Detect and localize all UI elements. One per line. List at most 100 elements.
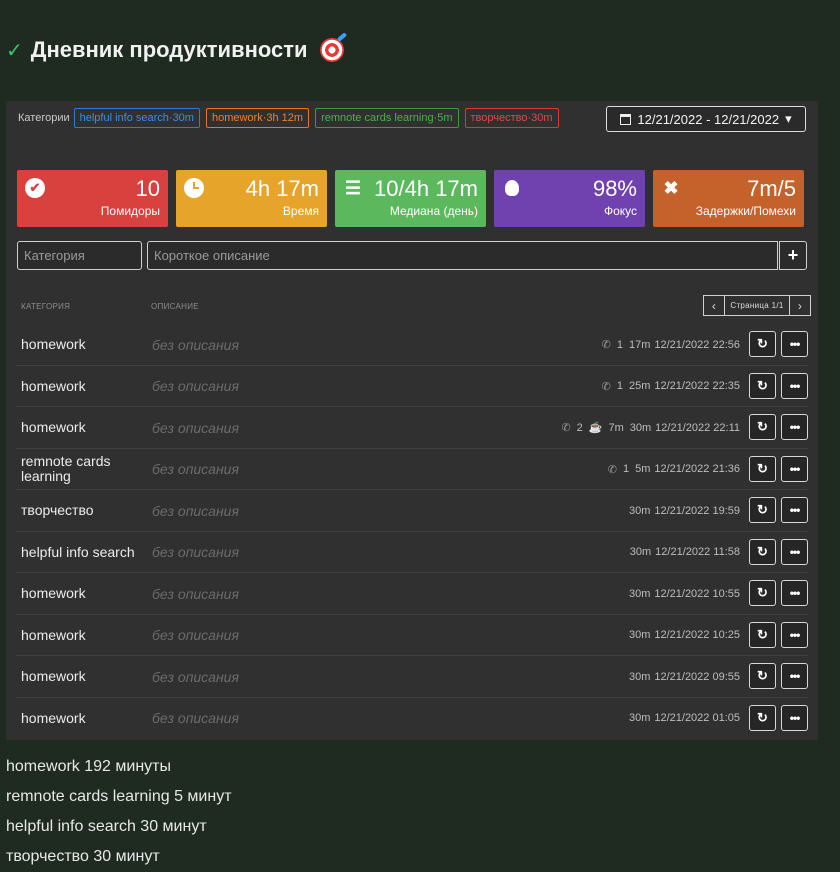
row-meta: 30m 12/21/2022 09:55 <box>629 656 740 697</box>
ellipsis-icon: ••• <box>789 461 801 476</box>
datetime: 12/21/2022 22:35 <box>654 380 740 392</box>
calls-count: 1 <box>616 338 623 351</box>
more-button[interactable]: ••• <box>781 372 808 399</box>
chevron-down-icon: ▾ <box>785 111 792 126</box>
category-tag[interactable]: творчество·30m <box>464 108 559 128</box>
repeat-button[interactable]: ↻ <box>749 372 776 399</box>
datetime: 12/21/2022 21:36 <box>654 463 740 475</box>
date-range-picker[interactable]: 12/21/2022 - 12/21/2022 ▾ <box>606 106 806 132</box>
row-meta: 30m 12/21/2022 10:55 <box>629 573 740 614</box>
row-description: без описания <box>152 627 239 643</box>
duration: 25m <box>628 380 651 392</box>
row-category: homework <box>21 626 86 643</box>
categories-label: Категории <box>18 112 70 124</box>
repeat-button[interactable]: ↻ <box>749 580 776 606</box>
redo-icon: ↻ <box>757 502 768 517</box>
category-tag[interactable]: helpful info search·30m <box>73 108 200 128</box>
column-header-category: КАТЕГОРИЯ <box>21 302 71 311</box>
more-button[interactable]: ••• <box>781 704 808 731</box>
redo-icon: ↻ <box>757 419 768 434</box>
more-button[interactable]: ••• <box>781 455 808 482</box>
stat-card-focus: 98% Фокус <box>494 170 645 227</box>
phone-icon: ✆ <box>601 339 611 351</box>
stat-caption: Медиана (день) <box>389 204 478 218</box>
repeat-button[interactable]: ↻ <box>749 663 776 689</box>
stat-value: 7m/5 <box>747 176 796 201</box>
stat-caption: Время <box>282 204 319 218</box>
datetime: 12/21/2022 22:56 <box>654 338 740 351</box>
duration: 30m <box>629 421 652 434</box>
table-row: helpful info search без описания 30m 12/2… <box>16 532 808 573</box>
entries-table: homework без описания ✆ 1 17m 12/21/2022 22… <box>16 324 808 739</box>
more-button[interactable]: ••• <box>781 621 808 648</box>
duration: 30m <box>628 629 651 641</box>
next-page-button[interactable]: › <box>789 295 811 316</box>
table-row: homework без описания ✆ 1 17m 12/21/2022 22… <box>16 324 808 366</box>
repeat-button[interactable]: ↻ <box>749 455 776 482</box>
check-circle-icon: ✔ <box>25 178 45 198</box>
row-description: без описания <box>152 336 239 353</box>
repeat-button[interactable]: ↻ <box>749 497 776 523</box>
row-category: homework <box>21 419 86 435</box>
stat-value: 10/4h 17m <box>374 176 478 201</box>
main-panel: Категории helpful info search·30m homewo… <box>6 101 818 740</box>
more-button[interactable]: ••• <box>781 497 808 523</box>
row-category: homework <box>21 668 86 684</box>
break-duration: 7m <box>608 421 624 434</box>
stats-row: ✔ 10 Помидоры 4h 17m Время ☰ 10/4h 17m М… <box>17 170 804 227</box>
row-category: homework <box>21 336 86 352</box>
table-row: homework без описания 30m 12/21/2022 10:5… <box>16 573 808 615</box>
summary-line: homework 192 минуты <box>6 758 171 775</box>
clock-icon <box>184 178 204 198</box>
more-button[interactable]: ••• <box>781 580 808 606</box>
redo-icon: ↻ <box>757 668 768 683</box>
stat-caption: Помидоры <box>100 204 160 218</box>
row-description: без описания <box>152 710 239 726</box>
add-button[interactable]: + <box>779 241 807 270</box>
row-category: homework <box>21 377 86 394</box>
redo-icon: ↻ <box>757 377 768 393</box>
stat-value: 98% <box>592 176 637 201</box>
phone-icon: ✆ <box>601 380 611 393</box>
redo-icon: ↻ <box>757 460 768 476</box>
datetime: 12/21/2022 10:25 <box>654 629 740 641</box>
more-button[interactable]: ••• <box>781 538 808 565</box>
repeat-button[interactable]: ↻ <box>749 414 776 440</box>
category-tag[interactable]: remnote cards learning·5m <box>315 108 459 128</box>
repeat-button[interactable]: ↻ <box>749 704 776 731</box>
duration: 30m <box>628 587 651 600</box>
ellipsis-icon: ••• <box>789 627 801 642</box>
redo-icon: ↻ <box>757 336 768 351</box>
repeat-button[interactable]: ↻ <box>749 621 776 648</box>
duration: 30m <box>629 546 652 558</box>
ellipsis-icon: ••• <box>789 710 801 725</box>
redo-icon: ↻ <box>757 709 768 725</box>
more-button[interactable]: ••• <box>781 663 808 689</box>
row-description: без описания <box>152 668 239 685</box>
list-icon: ☰ <box>344 177 362 198</box>
more-button[interactable]: ••• <box>781 414 808 440</box>
lightbulb-icon <box>502 178 522 198</box>
redo-icon: ↻ <box>757 543 768 559</box>
date-range-value: 12/21/2022 - 12/21/2022 <box>637 111 780 127</box>
row-description: без описания <box>152 419 239 436</box>
table-row: homework без описания ✆ 2 ☕ 7m 30m 12/21/2022… <box>16 407 808 449</box>
prev-page-button[interactable]: ‹ <box>703 295 725 316</box>
category-tag[interactable]: homework·3h 12m <box>205 108 310 128</box>
repeat-button[interactable]: ↻ <box>749 538 776 565</box>
close-icon: ✖ <box>663 177 679 198</box>
category-input[interactable]: Категория <box>17 241 142 270</box>
more-button[interactable]: ••• <box>781 331 808 357</box>
stat-card-interruptions: ✖ 7m/5 Задержки/Помехи <box>653 170 804 227</box>
description-input[interactable]: Короткое описание <box>147 241 778 270</box>
summary-line: творчество 30 минут <box>6 848 160 865</box>
repeat-button[interactable]: ↻ <box>749 331 776 357</box>
stat-caption: Фокус <box>603 204 637 218</box>
summary-line: remnote cards learning 5 минут <box>6 788 232 805</box>
page-title: ✓ Дневник продуктивности <box>6 34 344 66</box>
row-meta: 30m 12/21/2022 01:05 <box>629 698 740 739</box>
row-category: helpful info search <box>21 543 135 560</box>
category-summary: homework 192 минуты remnote cards learni… <box>6 752 232 872</box>
stat-card-pomodoros: ✔ 10 Помидоры <box>17 170 168 227</box>
target-icon <box>319 38 344 62</box>
